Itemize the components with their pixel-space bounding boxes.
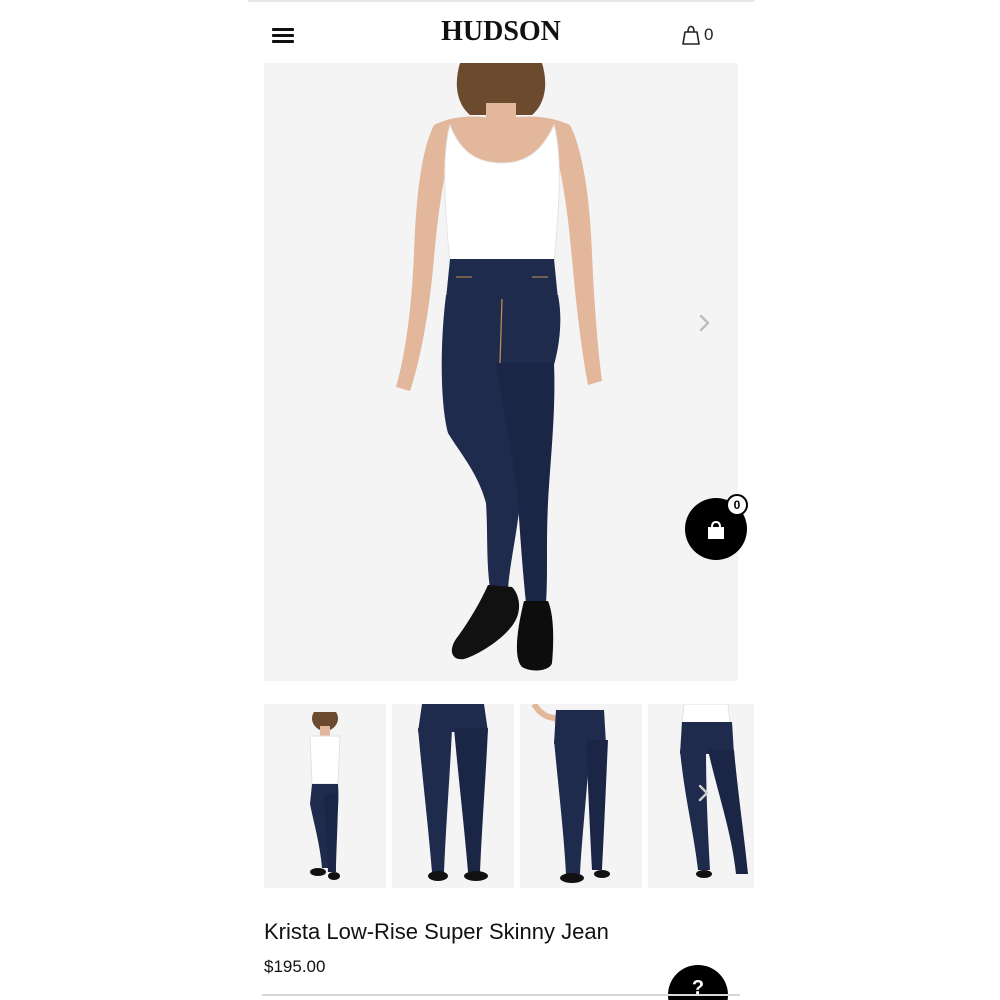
brand-logo[interactable]: HUDSON xyxy=(248,16,754,48)
thumbnail-strip xyxy=(264,704,754,888)
thumbnail-3[interactable] xyxy=(520,704,642,888)
help-icon: ? xyxy=(691,977,705,999)
thumbnail-1[interactable] xyxy=(264,704,386,888)
shopping-bag-icon xyxy=(706,520,726,544)
product-main-image[interactable] xyxy=(264,63,738,681)
thumbnail-next-chevron-icon[interactable] xyxy=(692,782,714,804)
product-price: $195.00 xyxy=(264,957,326,976)
cart-button[interactable]: 0 xyxy=(682,23,713,47)
floating-cart-count: 0 xyxy=(726,494,748,516)
chevron-right-icon[interactable] xyxy=(692,311,716,335)
product-page: HUDSON 0 0 Krista Low-Rise Super Skinny … xyxy=(248,0,754,1000)
top-divider xyxy=(248,0,754,2)
thumbnail-2[interactable] xyxy=(392,704,514,888)
shopping-bag-icon xyxy=(682,25,700,45)
product-title: Krista Low-Rise Super Skinny Jean xyxy=(264,919,609,944)
cart-count: 0 xyxy=(704,25,714,44)
bottom-divider xyxy=(262,994,740,996)
